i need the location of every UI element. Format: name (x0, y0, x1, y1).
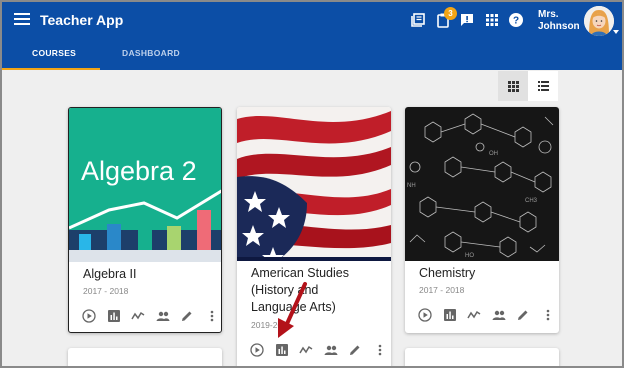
play-button[interactable] (245, 342, 270, 358)
students-button[interactable] (319, 342, 344, 358)
svg-text:?: ? (513, 16, 519, 27)
more-vert-icon (378, 344, 382, 356)
course-title[interactable]: Chemistry (419, 265, 475, 282)
svg-text:OH: OH (489, 151, 498, 157)
play-button[interactable] (77, 308, 102, 324)
play-icon (250, 343, 264, 357)
more-button[interactable] (200, 308, 222, 324)
trend-icon (467, 310, 481, 319)
apps-grid-icon[interactable] (484, 12, 500, 28)
grid-view-icon (507, 80, 519, 92)
trend-icon (299, 345, 313, 354)
play-icon (82, 309, 96, 323)
trend-icon (131, 311, 145, 320)
active-tab-indicator (2, 68, 100, 70)
bar-chart-icon (275, 344, 288, 356)
bar-chart-icon (443, 309, 456, 321)
course-card-american-studies[interactable]: American Studies (History and Language A… (237, 107, 391, 366)
edit-button[interactable] (511, 307, 536, 323)
course-card-partial[interactable] (405, 348, 559, 366)
app-title: Teacher App (40, 12, 124, 28)
library-icon[interactable] (410, 12, 426, 28)
more-vert-icon (546, 309, 550, 321)
hamburger-menu-icon[interactable] (14, 13, 30, 27)
grid-view-button[interactable] (498, 71, 528, 101)
reports-button[interactable] (102, 308, 127, 324)
course-actions (245, 342, 391, 358)
students-button[interactable] (487, 307, 512, 323)
edit-button[interactable] (343, 342, 368, 358)
people-icon (492, 310, 506, 320)
tab-courses[interactable]: COURSES (32, 48, 76, 58)
view-toggle (498, 71, 558, 101)
more-button[interactable] (368, 342, 392, 358)
more-vert-icon (210, 310, 214, 322)
annotation-arrow-icon (278, 282, 307, 338)
course-card-algebra[interactable]: Algebra 2 Algebra II 2017 - 2018 (68, 107, 222, 333)
notification-badge: 3 (444, 7, 457, 20)
course-cover-image: OH NH CH3 HO (405, 107, 559, 261)
progress-button[interactable] (462, 307, 487, 323)
cover-title-text: Algebra 2 (81, 156, 197, 186)
course-year: 2017 - 2018 (419, 285, 465, 295)
play-icon (418, 308, 432, 322)
reports-button[interactable] (438, 307, 463, 323)
people-icon (156, 311, 170, 321)
play-button[interactable] (413, 307, 438, 323)
bar-chart-icon (107, 310, 120, 322)
reports-button[interactable] (270, 342, 295, 358)
course-card-partial[interactable] (68, 348, 222, 366)
account-dropdown-icon[interactable] (613, 30, 619, 34)
svg-text:HO: HO (465, 253, 474, 259)
avatar[interactable] (584, 6, 614, 36)
avatar-portrait-icon (584, 6, 614, 36)
course-cover-image: Algebra 2 (69, 108, 221, 262)
list-view-icon (537, 81, 549, 91)
course-cover-image (237, 107, 391, 261)
progress-button[interactable] (126, 308, 151, 324)
user-name[interactable]: Mrs. Johnson (538, 9, 580, 33)
students-button[interactable] (151, 308, 176, 324)
app-window: Teacher App 3 ? Mrs. Johnson COURSES DAS… (0, 0, 624, 368)
more-button[interactable] (536, 307, 560, 323)
course-title[interactable]: Algebra II (83, 266, 137, 283)
edit-button[interactable] (175, 308, 200, 324)
edit-icon (350, 345, 360, 355)
edit-icon (518, 310, 528, 320)
course-actions (77, 308, 222, 324)
edit-icon (182, 311, 192, 321)
course-year: 2017 - 2018 (83, 286, 129, 296)
progress-button[interactable] (294, 342, 319, 358)
feedback-icon[interactable] (459, 12, 475, 28)
help-icon[interactable]: ? (508, 12, 524, 28)
app-bar: Teacher App 3 ? Mrs. Johnson COURSES DAS… (2, 2, 622, 70)
svg-text:CH3: CH3 (525, 198, 538, 204)
svg-text:NH: NH (407, 183, 416, 189)
people-icon (324, 345, 338, 355)
course-card-chemistry[interactable]: OH NH CH3 HO Chemistry 2017 - 2018 (405, 107, 559, 333)
tab-dashboard[interactable]: DASHBOARD (122, 48, 180, 58)
course-actions (413, 307, 559, 323)
list-view-button[interactable] (528, 71, 558, 101)
